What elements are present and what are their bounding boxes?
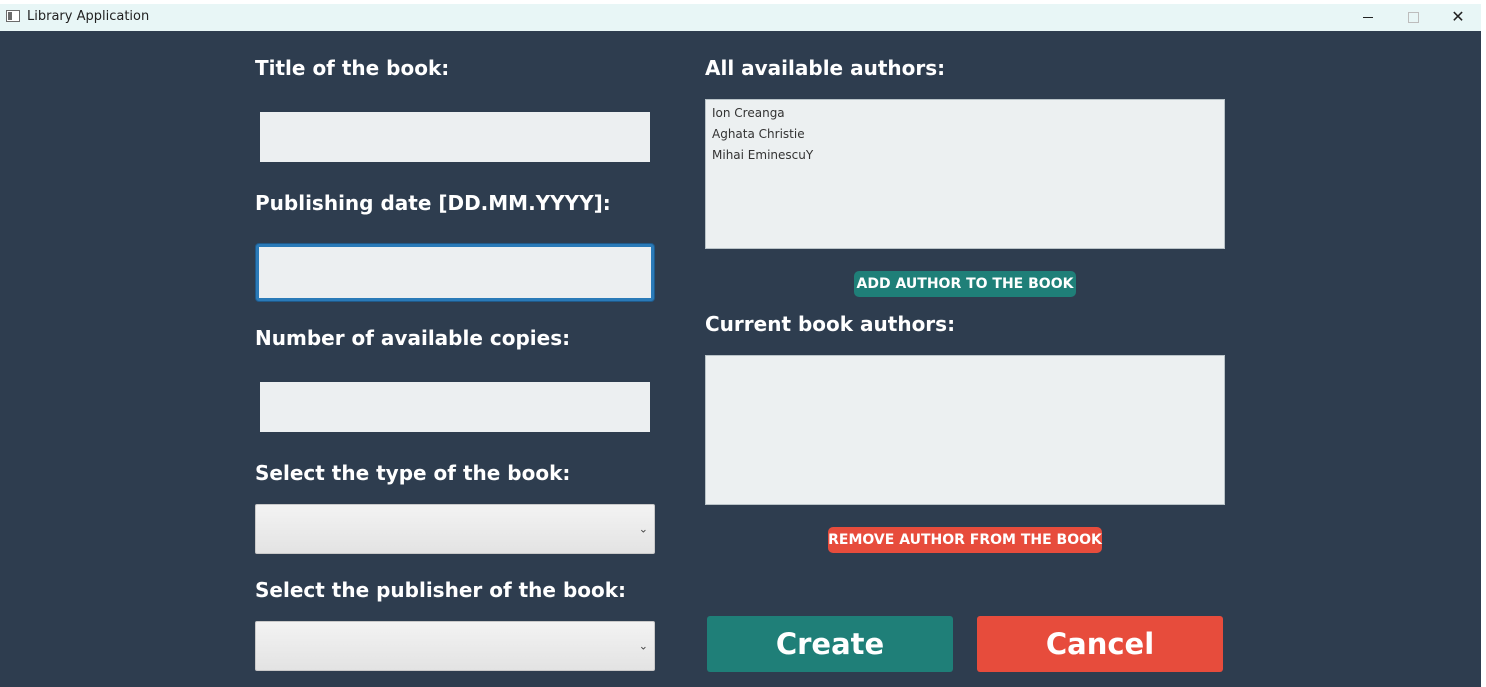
app-window-icon [6, 10, 20, 22]
book-type-label: Select the type of the book: [255, 461, 571, 485]
maximize-button[interactable] [1391, 4, 1435, 31]
title-bar: Library Application ✕ [0, 4, 1481, 31]
create-button[interactable]: Create [707, 616, 953, 672]
window-title: Library Application [27, 9, 150, 24]
copies-input[interactable] [260, 382, 650, 432]
current-authors-list[interactable] [705, 355, 1225, 505]
title-input[interactable] [260, 112, 650, 162]
copies-label: Number of available copies: [255, 326, 571, 350]
title-label: Title of the book: [255, 56, 450, 80]
minimize-button[interactable] [1346, 4, 1390, 31]
maximize-icon [1407, 12, 1419, 23]
book-type-select[interactable]: ⌄ [255, 504, 655, 554]
list-item[interactable]: Ion Creanga [712, 104, 1224, 125]
add-author-button[interactable]: ADD AUTHOR TO THE BOOK [854, 271, 1076, 297]
available-authors-list[interactable]: Ion Creanga Aghata Christie Mihai Emines… [705, 99, 1225, 249]
available-authors-label: All available authors: [705, 56, 946, 80]
publisher-select[interactable]: ⌄ [255, 621, 655, 671]
minimize-icon [1363, 17, 1373, 18]
close-button[interactable]: ✕ [1436, 4, 1480, 31]
cancel-button[interactable]: Cancel [977, 616, 1223, 672]
chevron-down-icon: ⌄ [638, 523, 648, 536]
chevron-down-icon: ⌄ [638, 640, 648, 653]
list-item[interactable]: Mihai EminescuY [712, 146, 1224, 167]
library-window: Library Application ✕ Title of the book:… [0, 4, 1481, 687]
publishing-date-label: Publishing date [DD.MM.YYYY]: [255, 191, 611, 215]
close-icon: ✕ [1451, 8, 1465, 26]
remove-author-button[interactable]: REMOVE AUTHOR FROM THE BOOK [828, 527, 1102, 553]
publisher-label: Select the publisher of the book: [255, 578, 627, 602]
publishing-date-input[interactable] [256, 244, 654, 301]
list-item[interactable]: Aghata Christie [712, 125, 1224, 146]
current-authors-label: Current book authors: [705, 312, 956, 336]
